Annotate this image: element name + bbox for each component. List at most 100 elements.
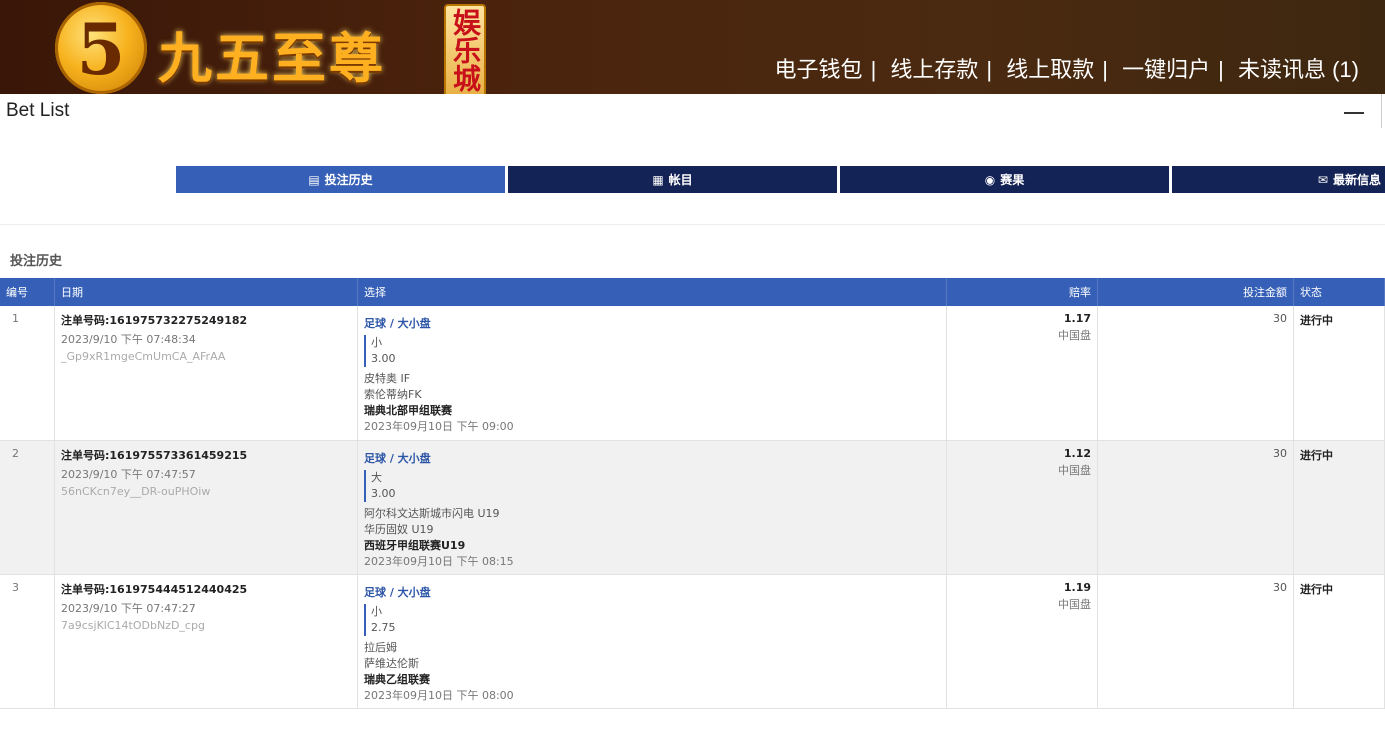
sport-market: 足球 / 大小盘 (364, 451, 431, 465)
ticket-number: 注单号码:161975573361459215 (61, 448, 248, 462)
tab-latest-news[interactable]: ✉ 最新信息 (1172, 166, 1385, 193)
table-header-row: 编号 日期 选择 赔率 投注金额 状态 (0, 278, 1385, 306)
pick-line: 2.75 (371, 620, 396, 634)
pick-side: 大 (371, 470, 382, 484)
league-name: 瑞典乙组联赛 (364, 672, 430, 686)
odds-value: 1.17 (1063, 312, 1091, 325)
date-cell: 注单号码:161975732275249182 2023/9/10 下午 07:… (54, 306, 358, 441)
row-number: 2 (0, 440, 55, 575)
odds-cell: 1.12 中国盘 (946, 440, 1098, 575)
tab-results[interactable]: ◉ 赛果 (840, 166, 1169, 193)
panel-divider (1381, 94, 1382, 128)
nav-separator: | (1218, 57, 1224, 82)
receipt-icon: ▤ (308, 172, 320, 187)
away-team: 华历固奴 U19 (364, 522, 434, 536)
col-date: 日期 (54, 278, 358, 306)
logo-text: 九五至尊 (158, 26, 386, 90)
sport-market: 足球 / 大小盘 (364, 317, 431, 330)
tab-label: 最新信息 (1332, 173, 1381, 187)
kickoff-time: 2023年09月10日 下午 09:00 (364, 420, 514, 433)
bet-status: 进行中 (1293, 306, 1385, 441)
tab-account[interactable]: ▦ 帐目 (508, 166, 837, 193)
selection-cell: 足球 / 大小盘 大 3.00 阿尔科文达斯城市闪电 U19 华历固奴 U19 … (357, 440, 947, 575)
site-banner: 5 九五至尊 娱乐城 电子钱包 | 线上存款 | 线上取款 | 一键归户 | 未读讯息 … (0, 0, 1385, 94)
home-team: 拉后姆 (364, 640, 397, 654)
section-divider (0, 224, 1385, 225)
nav-separator: | (986, 57, 993, 82)
pick-side: 小 (371, 604, 382, 618)
sport-market: 足球 / 大小盘 (364, 585, 431, 599)
bet-code: _Gp9xR1mgeCmUmCA_AFrAA (61, 350, 226, 363)
date-cell: 注单号码:161975444512440425 2023/9/10 下午 07:… (54, 574, 358, 709)
section-title: 投注历史 (10, 254, 63, 269)
odds-type: 中国盘 (1058, 463, 1091, 477)
tab-label: 投注历史 (324, 173, 373, 187)
table-row[interactable]: 2 注单号码:161975573361459215 2023/9/10 下午 0… (0, 440, 1385, 575)
panel-title: Bet List (6, 100, 70, 121)
pick-side: 小 (371, 336, 382, 349)
away-team: 索伦蒂纳FK (364, 388, 422, 401)
row-number: 1 (0, 306, 55, 441)
tab-bet-history[interactable]: ▤ 投注历史 (176, 166, 505, 193)
col-odds: 赔率 (946, 278, 1098, 306)
ticket-number: 注单号码:161975444512440425 (61, 582, 248, 596)
nav-e-wallet[interactable]: 电子钱包 (775, 57, 863, 82)
nav-unread-messages[interactable]: 未读讯息 (1) (1238, 57, 1359, 82)
nav-online-deposit[interactable]: 线上存款 (890, 57, 978, 82)
bet-table: 编号 日期 选择 赔率 投注金额 状态 1 注单号码:1619757322752… (0, 278, 1385, 709)
tab-label: 帐目 (668, 173, 693, 187)
minimize-icon[interactable] (1344, 112, 1364, 114)
nav-one-click-transfer[interactable]: 一键归户 (1122, 57, 1210, 82)
date-cell: 注单号码:161975573361459215 2023/9/10 下午 07:… (54, 440, 358, 575)
top-nav: 电子钱包 | 线上存款 | 线上取款 | 一键归户 | 未读讯息 (1) (775, 52, 1359, 84)
stake-amount: 30 (1097, 306, 1294, 441)
odds-value: 1.19 (1063, 580, 1091, 594)
odds-value: 1.12 (1063, 446, 1091, 460)
odds-cell: 1.19 中国盘 (946, 574, 1098, 709)
col-number: 编号 (0, 278, 55, 306)
bet-code: 56nCKcn7ey__DR-ouPHOiw (61, 484, 211, 498)
bet-datetime: 2023/9/10 下午 07:47:27 (61, 601, 196, 615)
selection-cell: 足球 / 大小盘 小 3.00 皮特奥 IF 索伦蒂纳FK 瑞典北部甲组联赛 2… (357, 306, 947, 441)
home-team: 皮特奥 IF (364, 372, 411, 385)
nav-separator: | (1102, 57, 1108, 82)
pick-block: 小 3.00 (364, 335, 940, 367)
bet-datetime: 2023/9/10 下午 07:47:57 (61, 467, 196, 481)
league-name: 西班牙甲组联赛U19 (364, 538, 466, 552)
odds-type: 中国盘 (1058, 329, 1091, 342)
table-row[interactable]: 1 注单号码:161975732275249182 2023/9/10 下午 0… (0, 306, 1385, 441)
away-team: 萨维达伦斯 (364, 656, 419, 670)
table-row[interactable]: 3 注单号码:161975444512440425 2023/9/10 下午 0… (0, 574, 1385, 709)
logo-emblem: 5 (55, 2, 147, 94)
league-name: 瑞典北部甲组联赛 (364, 404, 452, 417)
pick-line: 3.00 (371, 486, 396, 500)
selection-cell: 足球 / 大小盘 小 2.75 拉后姆 萨维达伦斯 瑞典乙组联赛 2023年09… (357, 574, 947, 709)
tab-label: 赛果 (1000, 173, 1025, 187)
trophy-icon: ◉ (984, 172, 996, 187)
tab-bar: ▤ 投注历史 ▦ 帐目 ◉ 赛果 ✉ 最新信息 (176, 166, 1385, 193)
odds-type: 中国盘 (1058, 597, 1091, 611)
col-status: 状态 (1293, 278, 1385, 306)
bet-status: 进行中 (1293, 440, 1385, 575)
logo-badge-text: 娱乐城 (449, 8, 482, 92)
odds-cell: 1.17 中国盘 (946, 306, 1098, 441)
home-team: 阿尔科文达斯城市闪电 U19 (364, 506, 500, 520)
ticket-number: 注单号码:161975732275249182 (61, 314, 248, 327)
pick-line: 3.00 (371, 352, 396, 365)
stake-amount: 30 (1097, 574, 1294, 709)
col-selection: 选择 (357, 278, 947, 306)
nav-separator: | (870, 57, 877, 82)
mail-icon: ✉ (1317, 172, 1328, 187)
nav-online-withdraw[interactable]: 线上取款 (1006, 57, 1094, 82)
stake-amount: 30 (1097, 440, 1294, 575)
pick-block: 大 3.00 (364, 469, 940, 502)
logo-mark: 5 (76, 8, 126, 91)
kickoff-time: 2023年09月10日 下午 08:00 (364, 688, 514, 702)
bet-status: 进行中 (1293, 574, 1385, 709)
kickoff-time: 2023年09月10日 下午 08:15 (364, 554, 514, 568)
bet-code: 7a9csjKlC14tODbNzD_cpg (61, 618, 205, 632)
logo-badge: 娱乐城 (444, 4, 486, 94)
row-number: 3 (0, 574, 55, 709)
col-stake: 投注金额 (1097, 278, 1294, 306)
ledger-icon: ▦ (652, 172, 664, 187)
